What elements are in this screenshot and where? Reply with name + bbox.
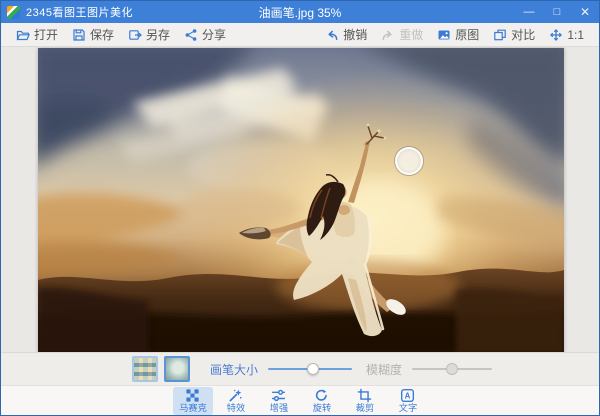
- canvas-area: [1, 47, 599, 352]
- mosaic-control-bar: 画笔大小 模糊度: [1, 352, 599, 385]
- tab-mosaic-label: 马赛克: [179, 404, 207, 413]
- blur-level-slider[interactable]: [412, 362, 492, 376]
- compare-button[interactable]: 对比: [486, 24, 542, 45]
- crop-icon: [357, 388, 372, 403]
- redo-button[interactable]: 重做: [374, 24, 430, 45]
- redo-label: 重做: [399, 26, 423, 43]
- blur-level-thumb[interactable]: [446, 363, 458, 375]
- tab-enhance-label: 增强: [269, 404, 287, 413]
- tab-crop-label: 裁剪: [355, 404, 373, 413]
- blur-brush-style-thumbnail[interactable]: [164, 356, 190, 382]
- tab-effects[interactable]: 特效: [216, 387, 256, 415]
- save-as-icon: [128, 28, 142, 42]
- tab-mosaic[interactable]: 马赛克: [173, 387, 213, 415]
- undo-icon: [325, 28, 339, 42]
- titlebar: 2345看图王图片美化 油画笔.jpg 35% — □ ✕: [1, 1, 599, 23]
- original-image-button[interactable]: 原图: [430, 24, 486, 45]
- save-button[interactable]: 保存: [65, 24, 121, 45]
- svg-text:A: A: [405, 391, 411, 400]
- magic-wand-icon: [228, 388, 243, 403]
- oil-painting-image[interactable]: [38, 48, 564, 352]
- minimize-button[interactable]: —: [515, 1, 543, 23]
- save-icon: [72, 28, 86, 42]
- app-window: 2345看图王图片美化 油画笔.jpg 35% — □ ✕ 打开: [0, 0, 600, 416]
- brush-size-slider[interactable]: [268, 362, 352, 376]
- tab-rotate[interactable]: 旋转: [302, 387, 342, 415]
- redo-icon: [381, 28, 395, 42]
- share-icon: [184, 28, 198, 42]
- mosaic-style-thumbnail[interactable]: [132, 356, 158, 382]
- share-label: 分享: [202, 26, 226, 43]
- text-icon: A: [400, 388, 415, 403]
- compare-label: 对比: [511, 26, 535, 43]
- folder-open-icon: [16, 28, 30, 42]
- original-image-icon: [437, 28, 451, 42]
- open-label: 打开: [34, 26, 58, 43]
- app-title: 2345看图王图片美化: [26, 4, 133, 20]
- brush-size-thumb[interactable]: [307, 363, 319, 375]
- mosaic-icon: [185, 388, 200, 403]
- sliders-icon: [271, 388, 286, 403]
- undo-label: 撤销: [343, 26, 367, 43]
- toolbar: 打开 保存 另存: [1, 23, 599, 47]
- compare-icon: [493, 28, 507, 42]
- brush-cursor[interactable]: [395, 147, 423, 175]
- open-button[interactable]: 打开: [9, 24, 65, 45]
- tab-rotate-label: 旋转: [312, 404, 330, 413]
- app-logo-icon: [7, 6, 20, 19]
- zoom-1-1-button[interactable]: 1:1: [542, 26, 591, 44]
- fit-arrows-icon: [549, 28, 563, 42]
- bottom-tab-bar: 马赛克 特效 增强: [1, 385, 599, 415]
- zoom-ratio-label: 1:1: [567, 28, 584, 42]
- tab-text-label: 文字: [398, 404, 416, 413]
- save-as-label: 另存: [146, 26, 170, 43]
- window-controls: — □ ✕: [515, 1, 599, 23]
- rotate-icon: [314, 388, 329, 403]
- blur-level-label: 模糊度: [366, 361, 402, 378]
- save-as-button[interactable]: 另存: [121, 24, 177, 45]
- original-label: 原图: [455, 26, 479, 43]
- tab-effects-label: 特效: [226, 404, 244, 413]
- share-button[interactable]: 分享: [177, 24, 233, 45]
- maximize-button[interactable]: □: [543, 1, 571, 23]
- tab-crop[interactable]: 裁剪: [345, 387, 385, 415]
- tab-text[interactable]: A 文字: [388, 387, 428, 415]
- tab-enhance[interactable]: 增强: [259, 387, 299, 415]
- undo-button[interactable]: 撤销: [318, 24, 374, 45]
- brush-size-label: 画笔大小: [210, 361, 258, 378]
- close-button[interactable]: ✕: [571, 1, 599, 23]
- toolbar-right-group: 撤销 重做 原图: [318, 24, 591, 45]
- save-label: 保存: [90, 26, 114, 43]
